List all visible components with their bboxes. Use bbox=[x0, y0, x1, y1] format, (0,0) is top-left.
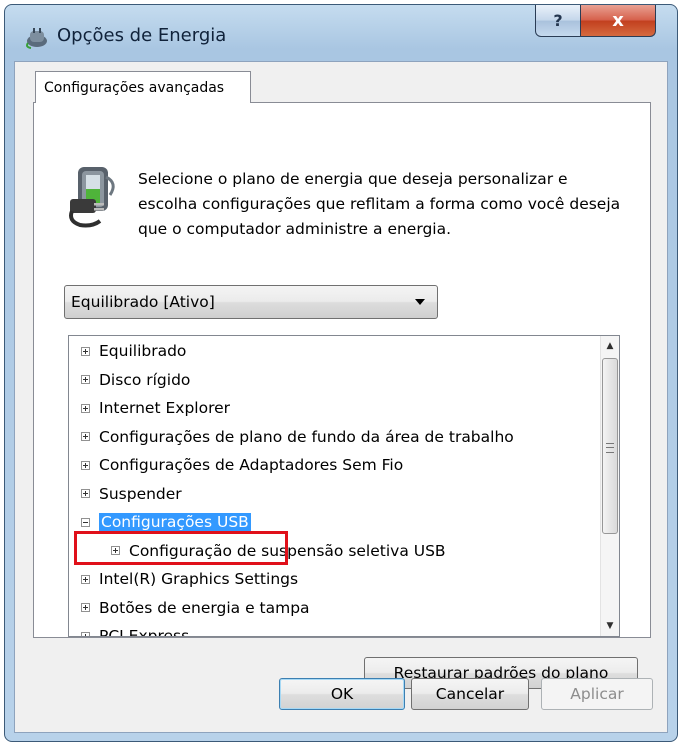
power-plug-battery-icon bbox=[69, 167, 115, 228]
close-icon: x bbox=[612, 10, 624, 31]
tree-item[interactable]: PCI Express bbox=[69, 623, 601, 637]
expand-plus-icon[interactable] bbox=[81, 574, 90, 584]
tree-item[interactable]: Suspender bbox=[69, 481, 601, 507]
expand-plus-icon[interactable] bbox=[81, 346, 90, 356]
collapse-minus-icon[interactable] bbox=[81, 517, 90, 527]
dialog-body: Configurações avançadas Selecione o plan… bbox=[14, 61, 668, 733]
tree-item[interactable]: Equilibrado bbox=[69, 338, 601, 364]
tree-item-label: Configurações de plano de fundo da área … bbox=[99, 427, 514, 446]
expand-plus-icon[interactable] bbox=[81, 489, 90, 498]
expand-plus-icon[interactable] bbox=[81, 432, 90, 441]
expand-plus-icon[interactable] bbox=[81, 631, 90, 636]
scroll-up-icon[interactable]: ▲ bbox=[601, 336, 619, 356]
power-plug-icon bbox=[26, 28, 47, 49]
tree-item-label: Configurações de Adaptadores Sem Fio bbox=[99, 456, 404, 474]
tree-item-label: Equilibrado bbox=[99, 342, 187, 360]
tree-item[interactable]: Internet Explorer bbox=[69, 395, 601, 421]
expand-plus-icon[interactable] bbox=[111, 546, 120, 555]
tree-item-label: Disco rígido bbox=[99, 370, 191, 389]
window-title: Opções de Energia bbox=[57, 25, 227, 46]
scroll-down-icon[interactable]: ▼ bbox=[601, 616, 619, 636]
chevron-down-icon bbox=[415, 299, 425, 305]
vertical-scrollbar[interactable]: ▲ ▼ bbox=[600, 336, 619, 636]
tree-item[interactable]: Configurações de plano de fundo da área … bbox=[69, 424, 601, 450]
tree-item[interactable]: Configuração de suspensão seletiva USB bbox=[69, 538, 619, 564]
settings-tree[interactable]: Equilibrado Disco rígido Internet Explorer… bbox=[68, 335, 620, 637]
tree-item-label: Suspender bbox=[99, 484, 182, 503]
power-options-window: Opções de Energia ? x Configurações avan… bbox=[4, 4, 678, 742]
close-button[interactable]: x bbox=[580, 5, 656, 37]
tree-item[interactable]: Configurações USB bbox=[69, 509, 601, 535]
tree-item-label: Botões de energia e tampa bbox=[99, 598, 310, 617]
ok-button[interactable]: OK bbox=[279, 678, 405, 710]
cancel-button[interactable]: Cancelar bbox=[411, 678, 529, 710]
grip-icon bbox=[606, 443, 614, 453]
power-plan-value: Equilibrado [Ativo] bbox=[71, 293, 215, 311]
tree-item-label: Intel(R) Graphics Settings bbox=[99, 570, 299, 588]
tree-item-label: PCI Express bbox=[99, 627, 190, 637]
power-plan-dropdown[interactable]: Equilibrado [Ativo] bbox=[64, 285, 438, 319]
tree-item-label: Configurações USB bbox=[99, 513, 251, 531]
apply-button[interactable]: Aplicar bbox=[541, 678, 653, 710]
tree-item-label: Internet Explorer bbox=[99, 399, 231, 417]
expand-plus-icon[interactable] bbox=[81, 603, 90, 612]
tree-item-label: Configuração de suspensão seletiva USB bbox=[129, 541, 446, 560]
description-text: Selecione o plano de energia que deseja … bbox=[138, 170, 621, 238]
title-bar[interactable]: Opções de Energia ? x bbox=[5, 5, 677, 61]
tree-item[interactable]: Intel(R) Graphics Settings bbox=[69, 566, 601, 592]
help-icon: ? bbox=[553, 11, 563, 30]
scroll-thumb[interactable] bbox=[602, 358, 618, 534]
tab-panel: Selecione o plano de energia que deseja … bbox=[33, 102, 651, 689]
expand-plus-icon[interactable] bbox=[81, 403, 90, 413]
tree-item[interactable]: Disco rígido bbox=[69, 367, 601, 393]
tree-item[interactable]: Botões de energia e tampa bbox=[69, 595, 601, 621]
tab-advanced-settings[interactable]: Configurações avançadas bbox=[35, 71, 251, 103]
expand-plus-icon[interactable] bbox=[81, 375, 90, 384]
tree-item[interactable]: Configurações de Adaptadores Sem Fio bbox=[69, 452, 601, 478]
expand-plus-icon[interactable] bbox=[81, 460, 90, 470]
help-button[interactable]: ? bbox=[535, 5, 581, 37]
